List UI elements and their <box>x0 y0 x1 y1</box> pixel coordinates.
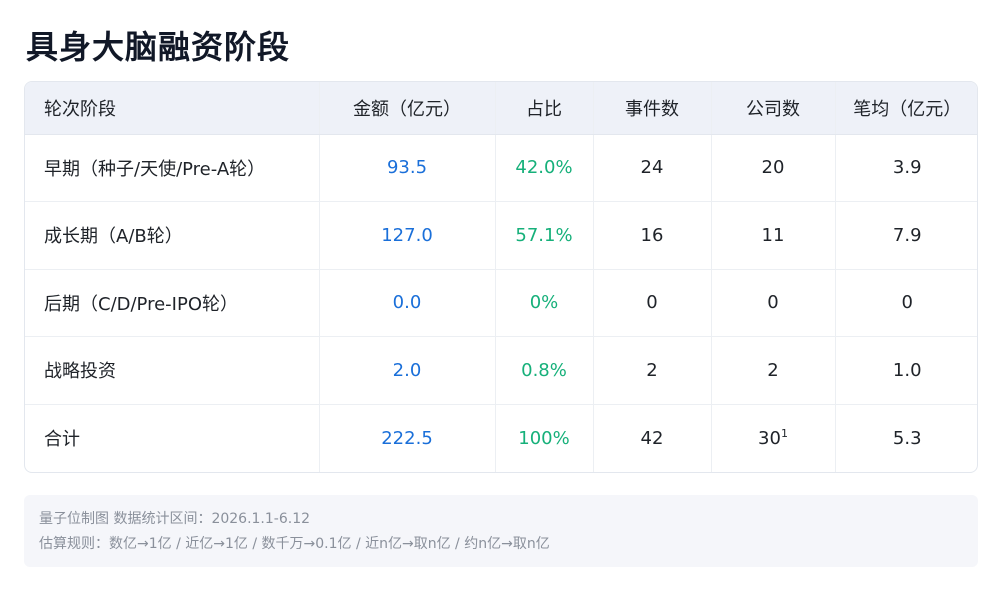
header-stage: 轮次阶段 <box>25 82 319 135</box>
companies-value: 11 <box>761 224 785 246</box>
header-events: 事件数 <box>592 82 711 135</box>
table-row: 早期（种子/天使/Pre-A轮） 93.5 42.0% 24 20 3.9 <box>25 134 977 202</box>
cell-events: 24 <box>592 134 711 202</box>
cell-amount: 127.0 <box>318 201 495 270</box>
cell-stage: 成长期（A/B轮） <box>25 201 319 270</box>
cell-stage: 战略投资 <box>25 336 319 405</box>
companies-value: 0 <box>767 292 779 314</box>
cell-events: 16 <box>592 201 711 270</box>
header-companies: 公司数 <box>710 82 835 135</box>
source-note: 量子位制图 数据统计区间：2026.1.1-6.12 <box>39 511 311 527</box>
cell-average: 0 <box>834 269 977 337</box>
cell-amount: 2.0 <box>318 336 495 405</box>
companies-value: 2 <box>767 359 779 381</box>
table-row: 后期（C/D/Pre-IPO轮） 0.0 0% 0 0 0 <box>25 269 977 337</box>
cell-companies: 11 <box>710 201 835 270</box>
header-average: 笔均（亿元） <box>834 82 977 135</box>
cell-companies: 301 <box>710 404 835 472</box>
page-title: 具身大脑融资阶段 <box>26 28 291 66</box>
cell-share: 0% <box>494 269 593 337</box>
cell-share: 57.1% <box>494 201 593 270</box>
cell-events: 42 <box>592 404 711 472</box>
cell-share: 100% <box>494 404 593 472</box>
companies-footnote: 1 <box>780 426 788 440</box>
cell-stage: 合计 <box>44 429 80 450</box>
cell-amount: 0.0 <box>318 269 495 337</box>
cell-events: 0 <box>592 269 711 337</box>
table-row: 战略投资 2.0 0.8% 2 2 1.0 <box>25 336 977 405</box>
cell-average: 1.0 <box>834 336 977 405</box>
header-share: 占比 <box>494 82 593 135</box>
financing-stage-table: 轮次阶段 金额（亿元） 占比 事件数 公司数 笔均（亿元） 早期（种子/天使/P… <box>24 81 978 473</box>
cell-stage: 早期（种子/天使/Pre-A轮） <box>25 134 319 202</box>
estimation-rules-note: 估算规则：数亿→1亿 / 近亿→1亿 / 数千万→0.1亿 / 近n亿→取n亿 … <box>39 536 550 552</box>
cell-companies: 20 <box>710 134 835 202</box>
table-row: 成长期（A/B轮） 127.0 57.1% 16 11 7.9 <box>25 201 977 270</box>
cell-companies: 2 <box>710 336 835 405</box>
table-row-total: 合计 222.5 100% 42 301 5.3 <box>25 404 977 472</box>
table-header-row: 轮次阶段 金额（亿元） 占比 事件数 公司数 笔均（亿元） <box>25 82 977 135</box>
cell-average: 3.9 <box>834 134 977 202</box>
cell-average: 5.3 <box>834 404 977 472</box>
cell-events: 2 <box>592 336 711 405</box>
footnote-box: 量子位制图 数据统计区间：2026.1.1-6.12 估算规则：数亿→1亿 / … <box>24 495 978 567</box>
header-amount: 金额（亿元） <box>318 82 495 135</box>
cell-stage: 后期（C/D/Pre-IPO轮） <box>25 269 319 337</box>
cell-amount: 93.5 <box>318 134 495 202</box>
companies-value: 20 <box>761 157 785 179</box>
companies-value: 30 <box>758 427 781 449</box>
cell-amount: 222.5 <box>318 404 495 472</box>
cell-average: 7.9 <box>834 201 977 270</box>
cell-share: 0.8% <box>494 336 593 405</box>
cell-companies: 0 <box>710 269 835 337</box>
cell-share: 42.0% <box>494 134 593 202</box>
